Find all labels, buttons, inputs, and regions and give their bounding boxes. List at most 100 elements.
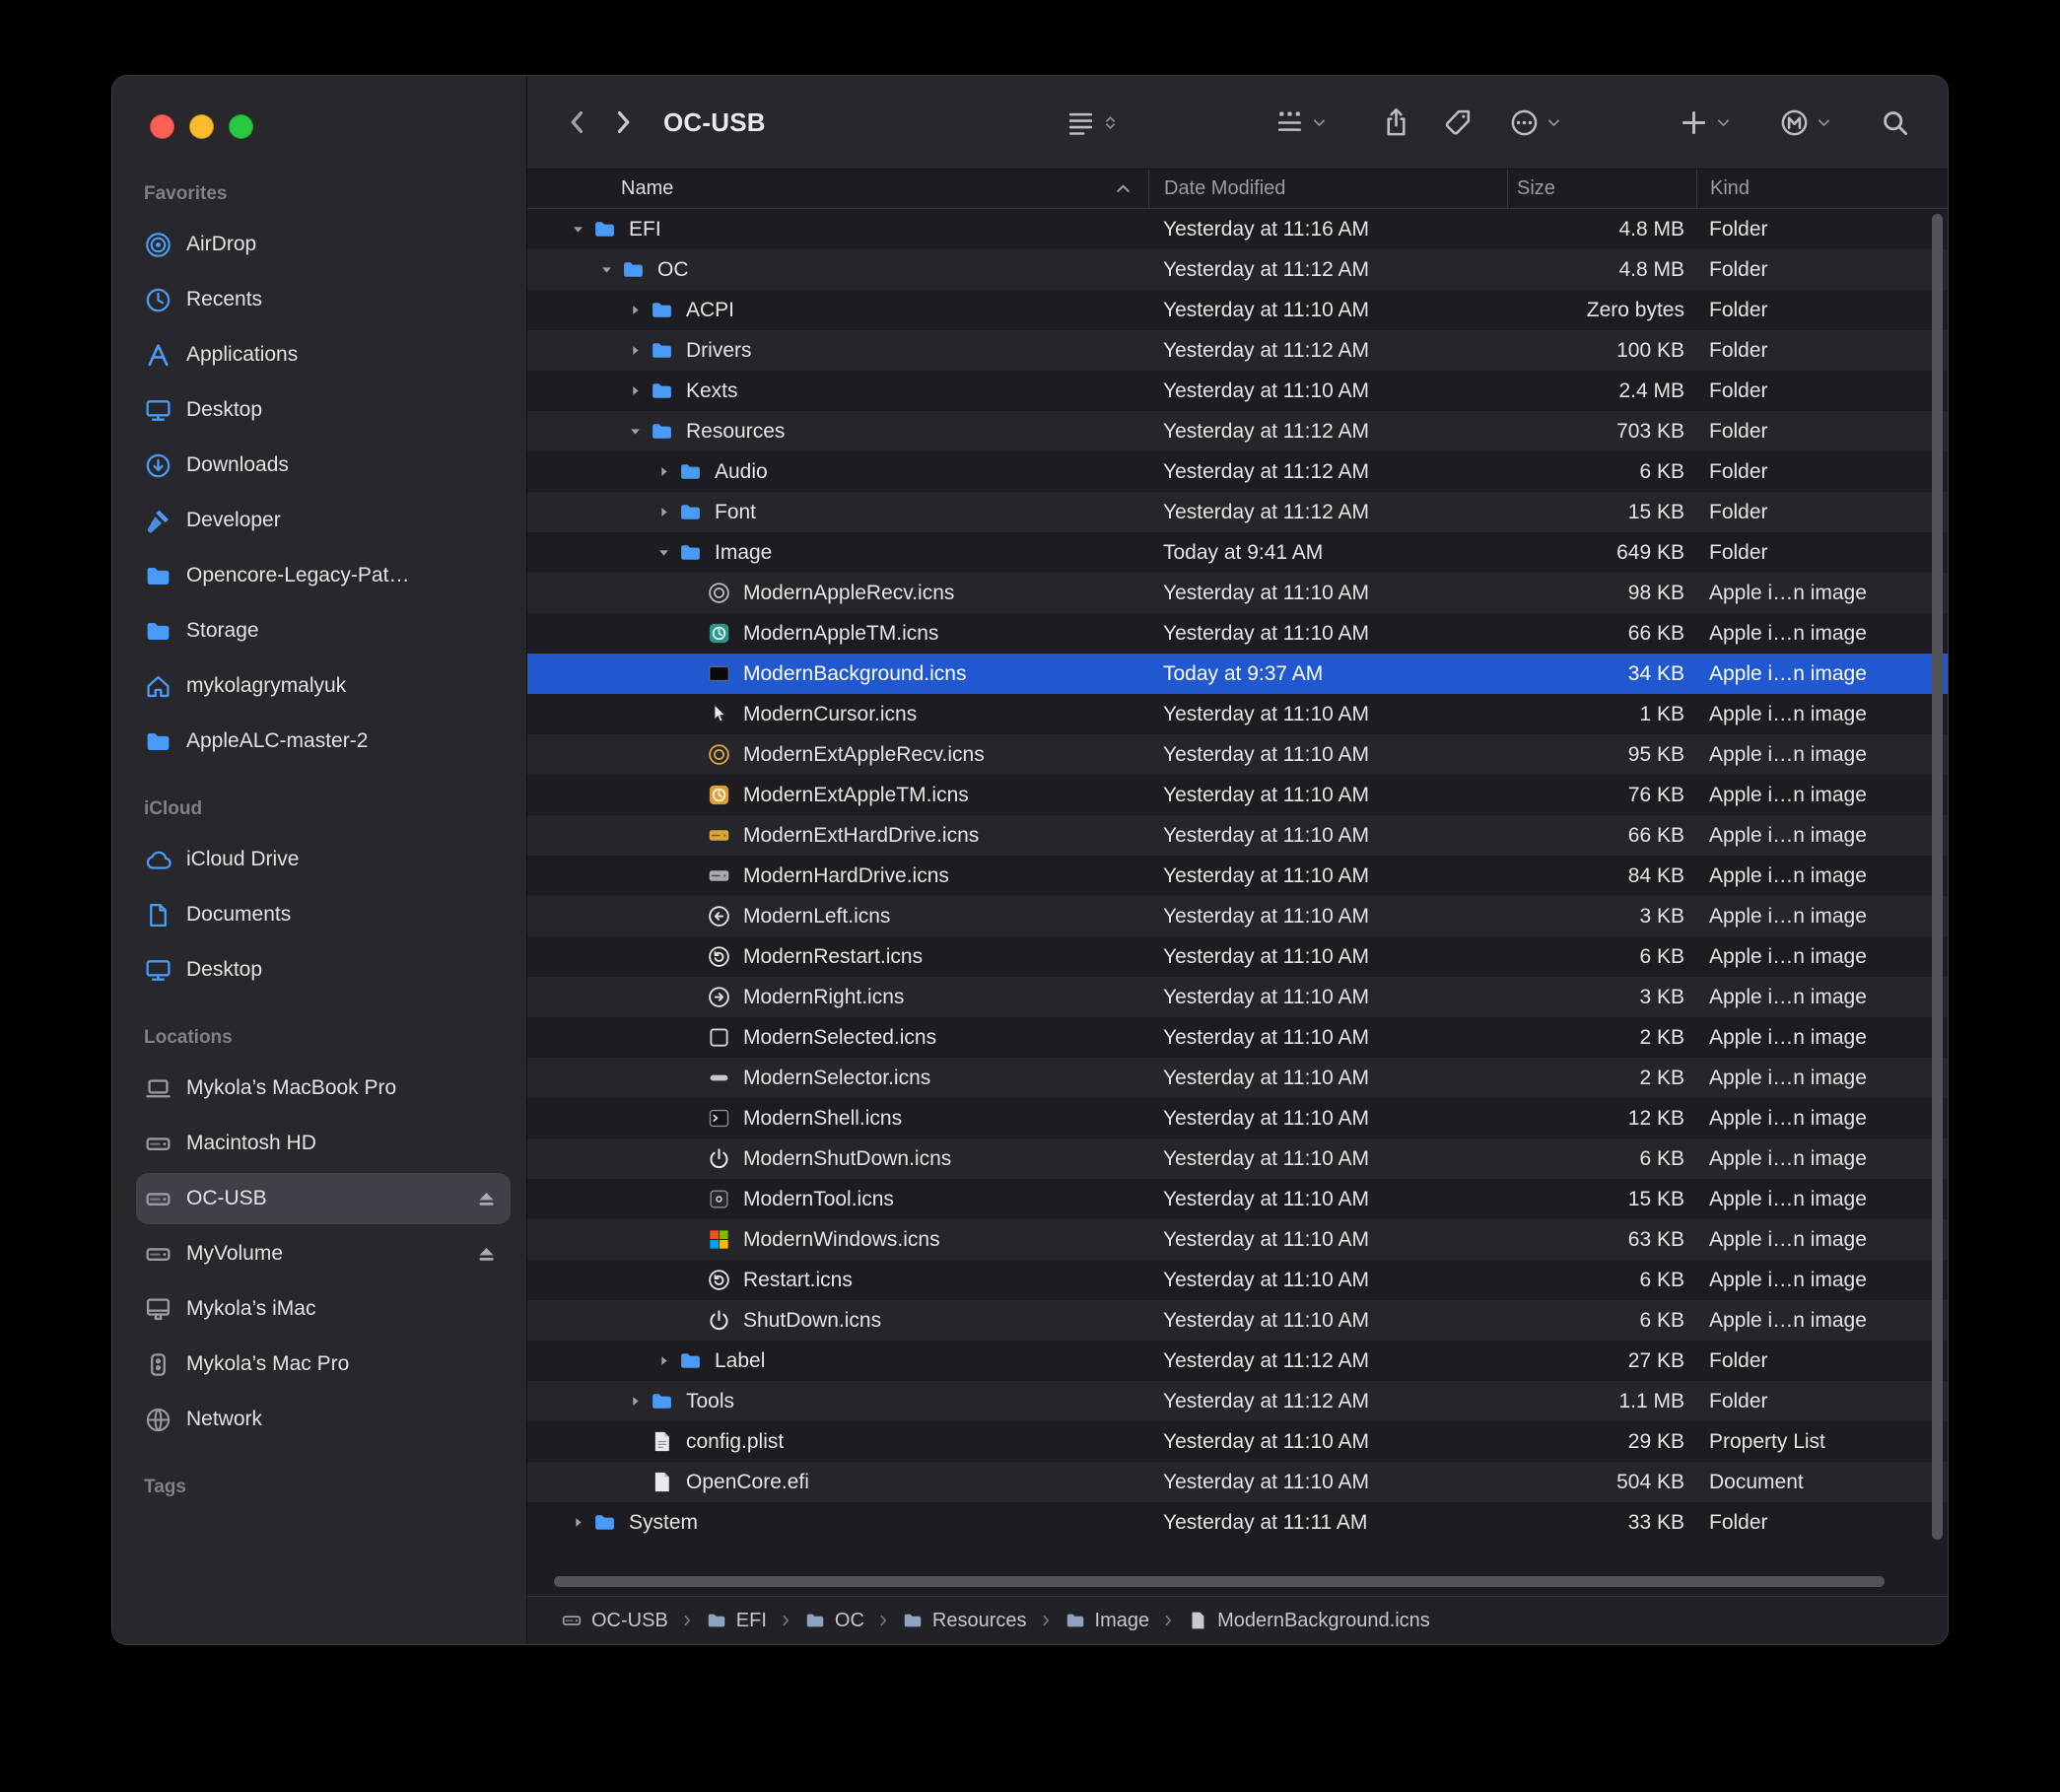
- disclosure-triangle[interactable]: [620, 422, 650, 442]
- vertical-scrollbar[interactable]: [1932, 214, 1943, 1540]
- file-kind: Document: [1696, 1471, 1948, 1494]
- file-row[interactable]: Restart.icnsYesterday at 11:10 AM6 KBApp…: [527, 1260, 1948, 1300]
- path-item[interactable]: ModernBackground.icns: [1187, 1610, 1430, 1632]
- minimize-window-button[interactable]: [189, 114, 214, 139]
- toolbar-search-button[interactable]: [1876, 100, 1914, 145]
- eject-icon[interactable]: [474, 1242, 499, 1267]
- sidebar-item-desktop[interactable]: Desktop: [136, 944, 511, 996]
- file-row[interactable]: ToolsYesterday at 11:12 AM1.1 MBFolder: [527, 1381, 1948, 1421]
- eject-icon[interactable]: [474, 1187, 499, 1211]
- sidebar-item-mykola-s-mac-pro[interactable]: Mykola’s Mac Pro: [136, 1339, 511, 1390]
- file-row[interactable]: ModernExtHardDrive.icnsYesterday at 11:1…: [527, 815, 1948, 856]
- disclosure-triangle[interactable]: [620, 381, 650, 401]
- file-row[interactable]: KextsYesterday at 11:10 AM2.4 MBFolder: [527, 371, 1948, 411]
- sidebar-item-opencore-legacy-pat[interactable]: Opencore-Legacy-Pat…: [136, 550, 511, 601]
- file-row[interactable]: ResourcesYesterday at 11:12 AM703 KBFold…: [527, 411, 1948, 451]
- column-header-name[interactable]: Name: [527, 170, 1148, 208]
- sidebar-item-mykolagrymalyuk[interactable]: mykolagrymalyuk: [136, 660, 511, 712]
- file-row[interactable]: FontYesterday at 11:12 AM15 KBFolder: [527, 492, 1948, 532]
- path-item[interactable]: OC: [804, 1610, 864, 1632]
- file-row[interactable]: ModernShell.icnsYesterday at 11:10 AM12 …: [527, 1098, 1948, 1138]
- file-kind: Folder: [1696, 218, 1948, 241]
- toolbar-account-button[interactable]: [1775, 100, 1836, 145]
- close-window-button[interactable]: [150, 114, 174, 139]
- sidebar-item-developer[interactable]: Developer: [136, 495, 511, 546]
- back-button[interactable]: [555, 100, 600, 145]
- sidebar-item-downloads[interactable]: Downloads: [136, 440, 511, 491]
- disclosure-triangle[interactable]: [591, 260, 621, 280]
- file-row[interactable]: ModernExtAppleTM.icnsYesterday at 11:10 …: [527, 775, 1948, 815]
- path-item[interactable]: EFI: [706, 1610, 767, 1632]
- toolbar-share-button[interactable]: [1377, 100, 1415, 145]
- toolbar-add-button[interactable]: [1675, 100, 1736, 145]
- disclosure-triangle[interactable]: [649, 503, 678, 522]
- sidebar-item-applications[interactable]: Applications: [136, 329, 511, 380]
- file-row[interactable]: ModernExtAppleRecv.icnsYesterday at 11:1…: [527, 734, 1948, 775]
- file-row[interactable]: ModernShutDown.icnsYesterday at 11:10 AM…: [527, 1138, 1948, 1179]
- sidebar-item-macintosh-hd[interactable]: Macintosh HD: [136, 1118, 511, 1169]
- cloud-icon: [144, 846, 172, 874]
- forward-button[interactable]: [600, 100, 646, 145]
- zoom-window-button[interactable]: [229, 114, 253, 139]
- disclosure-triangle[interactable]: [649, 1351, 678, 1371]
- sidebar-item-network[interactable]: Network: [136, 1394, 511, 1445]
- file-row[interactable]: DriversYesterday at 11:12 AM100 KBFolder: [527, 330, 1948, 371]
- file-row[interactable]: ModernRight.icnsYesterday at 11:10 AM3 K…: [527, 977, 1948, 1017]
- file-row[interactable]: ModernHardDrive.icnsYesterday at 11:10 A…: [527, 856, 1948, 896]
- sidebar-item-mykola-s-imac[interactable]: Mykola’s iMac: [136, 1283, 511, 1335]
- column-header-size[interactable]: Size: [1507, 170, 1696, 208]
- file-row[interactable]: SystemYesterday at 11:11 AM33 KBFolder: [527, 1502, 1948, 1543]
- file-row[interactable]: ModernSelected.icnsYesterday at 11:10 AM…: [527, 1017, 1948, 1058]
- disclosure-triangle[interactable]: [620, 1392, 650, 1412]
- sidebar-item-recents[interactable]: Recents: [136, 274, 511, 325]
- disclosure-triangle[interactable]: [649, 543, 678, 563]
- file-row[interactable]: AudioYesterday at 11:12 AM6 KBFolder: [527, 451, 1948, 492]
- file-row[interactable]: ACPIYesterday at 11:10 AMZero bytesFolde…: [527, 290, 1948, 330]
- horizontal-scrollbar[interactable]: [554, 1576, 1885, 1587]
- sidebar-item-mykola-s-macbook-pro[interactable]: Mykola’s MacBook Pro: [136, 1063, 511, 1114]
- disclosure-triangle[interactable]: [563, 220, 592, 240]
- toolbar-group-button[interactable]: [1270, 100, 1332, 145]
- file-row[interactable]: EFIYesterday at 11:16 AM4.8 MBFolder: [527, 209, 1948, 249]
- sidebar-item-storage[interactable]: Storage: [136, 605, 511, 656]
- file-row[interactable]: ModernLeft.icnsYesterday at 11:10 AM3 KB…: [527, 896, 1948, 936]
- file-row[interactable]: ModernBackground.icnsToday at 9:37 AM34 …: [527, 654, 1948, 694]
- sidebar-item-myvolume[interactable]: MyVolume: [136, 1228, 511, 1279]
- file-row[interactable]: OpenCore.efiYesterday at 11:10 AM504 KBD…: [527, 1462, 1948, 1502]
- column-header-date-modified[interactable]: Date Modified: [1148, 170, 1507, 208]
- file-row[interactable]: ShutDown.icnsYesterday at 11:10 AM6 KBAp…: [527, 1300, 1948, 1341]
- sidebar-item-icloud-drive[interactable]: iCloud Drive: [136, 834, 511, 885]
- disclosure-triangle[interactable]: [620, 341, 650, 361]
- file-row[interactable]: ModernRestart.icnsYesterday at 11:10 AM6…: [527, 936, 1948, 977]
- column-header-kind[interactable]: Kind: [1696, 170, 1948, 208]
- file-row[interactable]: ImageToday at 9:41 AM649 KBFolder: [527, 532, 1948, 573]
- path-item[interactable]: Image: [1064, 1610, 1150, 1632]
- file-row[interactable]: ModernCursor.icnsYesterday at 11:10 AM1 …: [527, 694, 1948, 734]
- toolbar-tags-button[interactable]: [1439, 100, 1477, 145]
- file-kind: Folder: [1696, 420, 1948, 444]
- file-row[interactable]: ModernTool.icnsYesterday at 11:10 AM15 K…: [527, 1179, 1948, 1219]
- sidebar-item-applealc-master-2[interactable]: AppleALC-master-2: [136, 716, 511, 767]
- file-row[interactable]: ModernAppleTM.icnsYesterday at 11:10 AM6…: [527, 613, 1948, 654]
- disclosure-triangle[interactable]: [620, 301, 650, 320]
- sidebar-item-oc-usb[interactable]: OC-USB: [136, 1173, 511, 1224]
- file-row[interactable]: config.plistYesterday at 11:10 AM29 KBPr…: [527, 1421, 1948, 1462]
- path-item[interactable]: Resources: [902, 1610, 1027, 1632]
- toolbar-view-button[interactable]: [1062, 100, 1123, 145]
- file-row[interactable]: ModernSelector.icnsYesterday at 11:10 AM…: [527, 1058, 1948, 1098]
- file-row[interactable]: LabelYesterday at 11:12 AM27 KBFolder: [527, 1341, 1948, 1381]
- file-row[interactable]: OCYesterday at 11:12 AM4.8 MBFolder: [527, 249, 1948, 290]
- file-row[interactable]: ModernAppleRecv.icnsYesterday at 11:10 A…: [527, 573, 1948, 613]
- home-icon: [144, 672, 172, 701]
- sidebar-item-desktop[interactable]: Desktop: [136, 384, 511, 436]
- toolbar-more-button[interactable]: [1505, 100, 1566, 145]
- file-row[interactable]: ModernWindows.icnsYesterday at 11:10 AM6…: [527, 1219, 1948, 1260]
- disclosure-triangle[interactable]: [563, 1513, 592, 1533]
- disclosure-triangle[interactable]: [649, 462, 678, 482]
- file-size: 15 KB: [1507, 501, 1696, 524]
- file-date: Yesterday at 11:10 AM: [1148, 864, 1507, 888]
- path-item[interactable]: OC-USB: [561, 1610, 668, 1632]
- sidebar-item-documents[interactable]: Documents: [136, 889, 511, 940]
- group-icon: [1274, 107, 1305, 138]
- sidebar-item-airdrop[interactable]: AirDrop: [136, 219, 511, 270]
